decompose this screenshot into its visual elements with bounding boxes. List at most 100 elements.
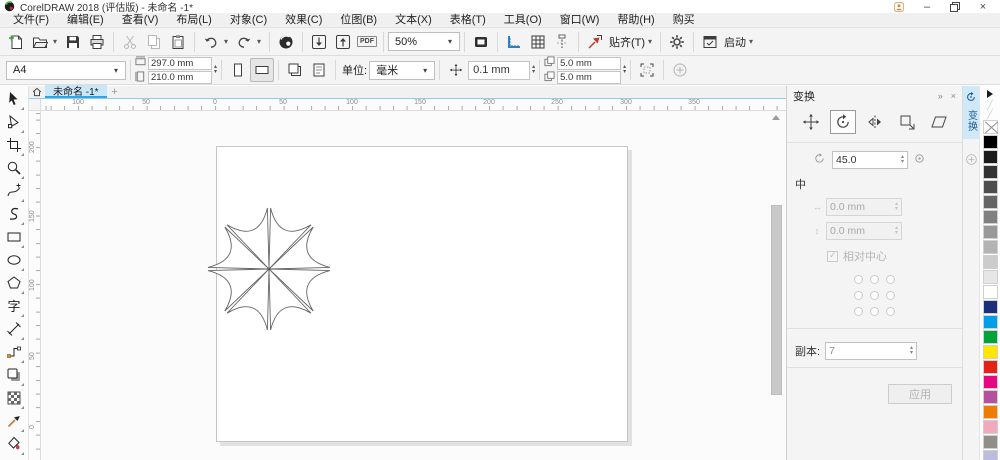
close-button[interactable]: × [976,1,990,13]
menu-item-7[interactable]: 文本(X) [386,13,441,28]
import-button[interactable] [307,30,331,54]
color-swatch[interactable] [982,210,998,224]
document-tab-active[interactable]: 未命名 -1* [45,85,107,98]
copies-spinner[interactable]: ▴ ▾ [910,345,913,356]
page-width-field[interactable]: 297.0 mm [148,56,212,70]
pick-tool[interactable] [2,89,26,112]
artistic-media-tool[interactable] [2,204,26,227]
menu-item-3[interactable]: 布局(L) [167,13,220,28]
drop-shadow-tool[interactable] [2,365,26,388]
transparency-tool[interactable] [2,388,26,411]
shape-tool[interactable] [2,112,26,135]
color-swatch[interactable] [982,420,998,434]
page-height-field[interactable]: 210.0 mm [148,70,212,84]
color-swatch[interactable] [982,150,998,164]
menu-item-4[interactable]: 对象(C) [221,13,276,28]
color-swatch[interactable] [982,225,998,239]
home-icon[interactable] [29,85,45,98]
text-tool[interactable]: 字 [2,296,26,319]
page-size-spinner[interactable]: ▴ ▾ [214,64,217,75]
color-swatch[interactable] [982,300,998,314]
menu-item-8[interactable]: 表格(T) [441,13,495,28]
zoom-tool[interactable] [2,158,26,181]
interactive-fill-tool[interactable] [2,434,26,457]
show-guidelines-button[interactable] [550,30,574,54]
menu-item-1[interactable]: 编辑(E) [58,13,113,28]
color-swatch-none[interactable] [982,120,998,134]
undo-dropdown-icon[interactable]: ▾ [224,37,232,46]
menu-item-6[interactable]: 位图(B) [331,13,386,28]
dimension-tool[interactable] [2,319,26,342]
scale-mirror-mode-button[interactable] [862,110,888,134]
rotate-mode-button[interactable] [829,110,856,134]
menu-item-10[interactable]: 窗口(W) [551,13,609,28]
color-swatch[interactable] [982,255,998,269]
rectangle-tool[interactable] [2,227,26,250]
nudge-offset-field[interactable]: 0.1 mm [468,60,531,80]
angle-spinner[interactable]: ▴ ▾ [901,154,904,165]
menu-item-12[interactable]: 购买 [664,13,704,28]
palette-flyout-icon[interactable] [987,90,993,98]
color-swatch[interactable] [982,345,998,359]
nudge-spinner[interactable]: ▴ ▾ [532,64,535,75]
units-combo[interactable]: 毫米 ▾ [369,60,436,80]
show-grid-button[interactable] [526,30,550,54]
account-icon[interactable] [892,1,906,13]
page-size-combo[interactable]: A4 ▾ [6,60,126,80]
color-swatch[interactable] [982,450,998,460]
new-document-button[interactable] [4,30,28,54]
scroll-up-icon[interactable] [772,115,780,120]
print-button[interactable] [85,30,109,54]
freehand-tool[interactable] [2,181,26,204]
skew-mode-button[interactable] [926,110,952,134]
open-button[interactable] [28,30,52,54]
redo-dropdown-icon[interactable]: ▾ [257,37,265,46]
fullscreen-preview-button[interactable] [469,30,493,54]
menu-item-9[interactable]: 工具(O) [495,13,551,28]
eyedropper-tool[interactable] [2,411,26,434]
portrait-button[interactable] [226,58,250,82]
color-swatch[interactable] [982,360,998,374]
snap-menu-label[interactable]: 贴齐(T) [609,34,645,50]
open-dropdown-icon[interactable]: ▾ [53,37,61,46]
color-swatch[interactable] [982,390,998,404]
snap-toggle-button[interactable] [583,30,607,54]
color-swatch[interactable] [982,240,998,254]
minimize-button[interactable]: – [920,1,934,13]
drawing-canvas[interactable] [41,111,786,460]
size-mode-button[interactable] [894,110,920,134]
color-swatch[interactable] [982,375,998,389]
application-launcher-icon[interactable] [274,30,298,54]
paste-button[interactable] [166,30,190,54]
polygon-tool[interactable] [2,273,26,296]
vertical-scrollbar-thumb[interactable] [771,205,782,395]
menu-item-2[interactable]: 查看(V) [113,13,168,28]
ellipse-tool[interactable] [2,250,26,273]
restore-button[interactable] [948,1,962,13]
color-swatch[interactable] [982,180,998,194]
menu-item-11[interactable]: 帮助(H) [608,13,663,28]
zoom-level-combo[interactable]: 50% ▾ [388,32,460,51]
save-button[interactable] [61,30,85,54]
color-swatch[interactable] [982,195,998,209]
color-swatch[interactable] [982,435,998,449]
color-swatch[interactable] [982,405,998,419]
color-swatch[interactable] [982,165,998,179]
ruler-corner[interactable] [29,99,41,111]
current-page-button[interactable] [307,58,331,82]
duplicate-spinner[interactable]: ▴ ▾ [623,64,626,75]
publish-pdf-button[interactable]: PDF [355,30,379,54]
launch-dropdown-icon[interactable]: ▾ [749,37,757,46]
menu-item-5[interactable]: 效果(C) [276,13,331,28]
show-rulers-button[interactable] [502,30,526,54]
launch-menu-label[interactable]: 启动 [724,34,746,50]
snap-dropdown-icon[interactable]: ▾ [648,37,656,46]
color-swatch[interactable] [982,135,998,149]
color-swatch[interactable] [982,330,998,344]
redo-button[interactable] [232,30,256,54]
docker-collapse-icon[interactable]: » [938,91,943,101]
launch-window-icon[interactable] [698,30,722,54]
landscape-button[interactable] [250,58,275,82]
duplicate-y-field[interactable]: 5.0 mm [557,70,622,84]
color-swatch[interactable] [982,285,998,299]
